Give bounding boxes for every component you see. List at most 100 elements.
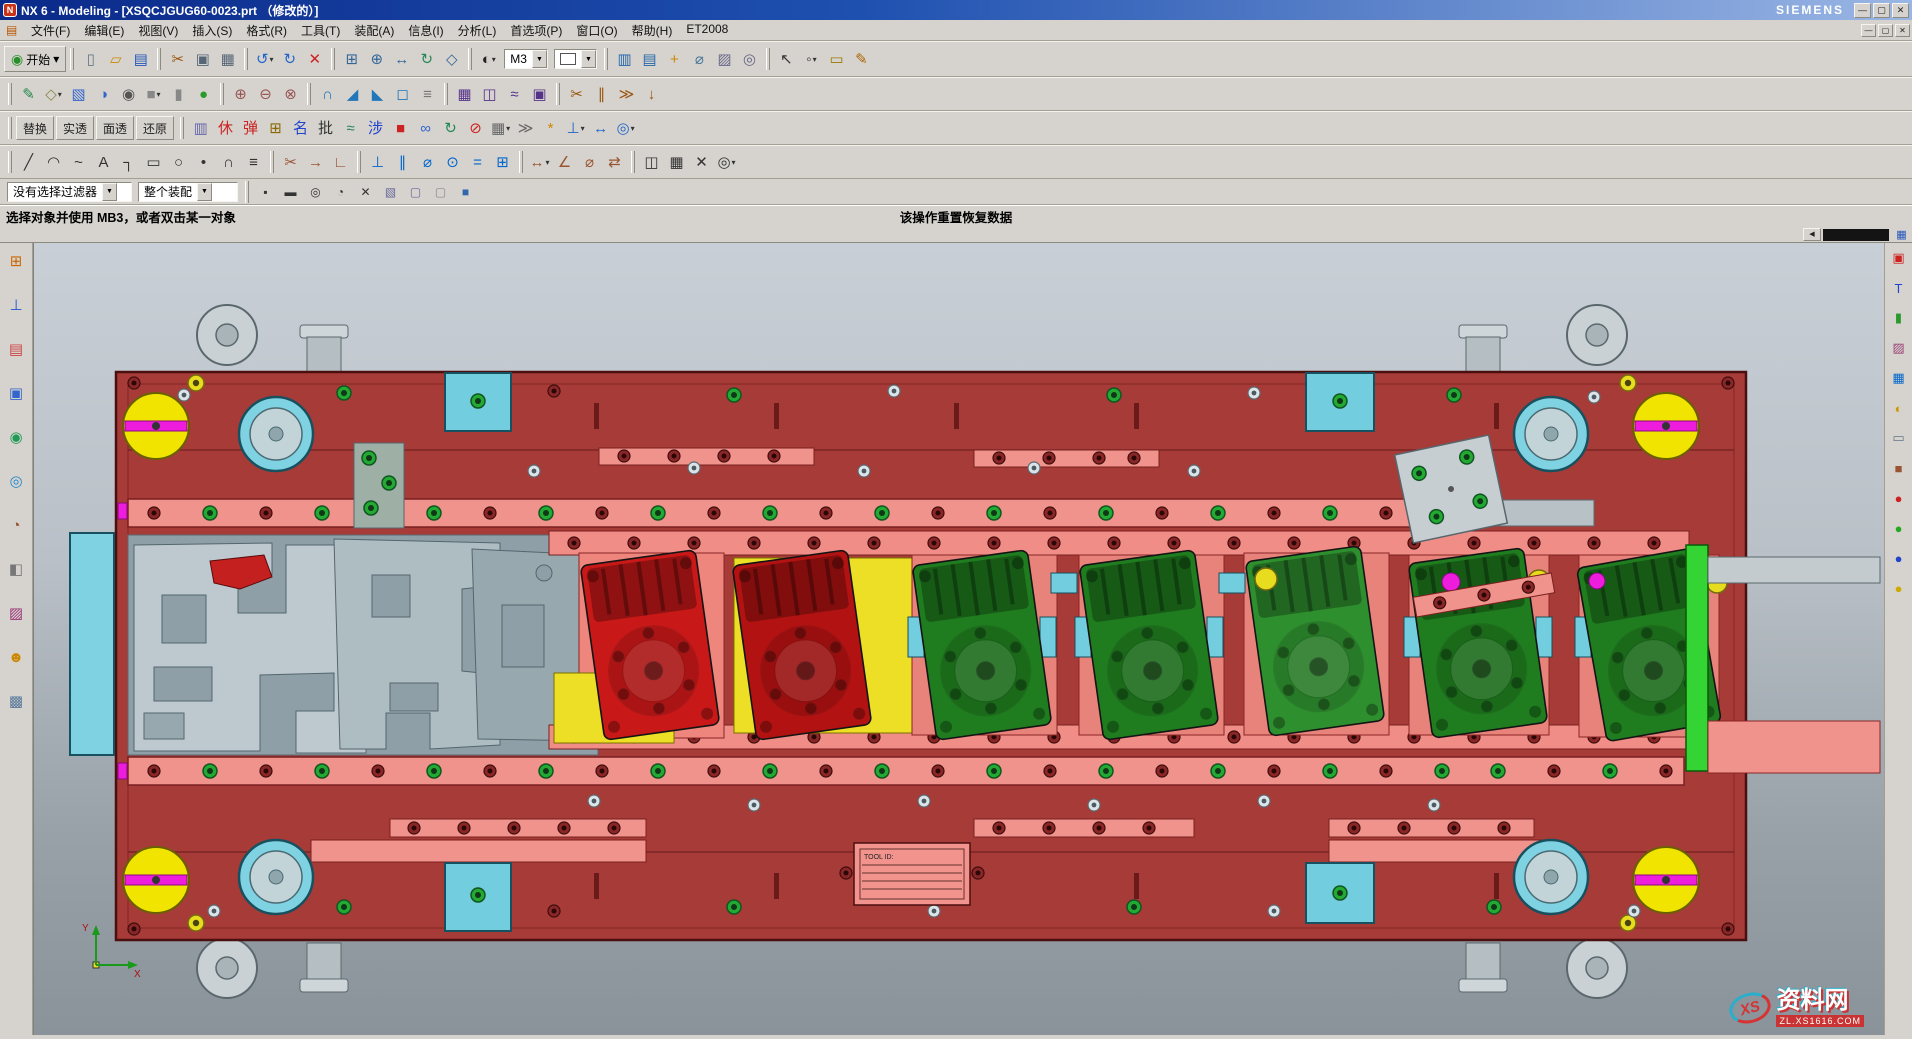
intersection-point-button[interactable]: ✕ <box>689 150 714 175</box>
ruler-button[interactable]: ▭ <box>824 47 849 72</box>
full-screen-button[interactable]: ▣ <box>1888 247 1910 269</box>
toolbar-drag-handle[interactable] <box>631 151 635 173</box>
snap-center-button[interactable]: ◎ <box>303 179 328 204</box>
menu-format[interactable]: 格式(R) <box>239 20 294 41</box>
menu-preferences[interactable]: 首选项(P) <box>503 20 569 41</box>
print-button[interactable]: ▭ <box>1888 427 1910 449</box>
open-button[interactable]: ▱ <box>103 47 128 72</box>
text-button[interactable]: A <box>91 150 116 175</box>
perpendicular-constraint-button[interactable]: ⊥ <box>365 150 390 175</box>
angular-dimension-button[interactable]: ∠ <box>552 150 577 175</box>
hole-button[interactable]: ◉ <box>116 82 141 107</box>
radial-dimension-button[interactable]: ⌀ <box>577 150 602 175</box>
toolbar-drag-handle[interactable] <box>766 48 770 70</box>
show-constraints-button[interactable]: ⊞ <box>490 150 515 175</box>
strip-entry-guide[interactable] <box>70 533 114 755</box>
batch-button[interactable]: 批 <box>313 116 338 141</box>
grid-button[interactable]: ⊞ <box>263 116 288 141</box>
interference-button[interactable]: 涉 <box>363 116 388 141</box>
history-button[interactable]: ◔ <box>4 513 28 537</box>
show-hide-button[interactable]: ◎ <box>737 47 762 72</box>
shell-button[interactable]: ◻ <box>390 82 415 107</box>
toolbar-drag-handle[interactable] <box>8 117 12 139</box>
menu-insert[interactable]: 插入(S) <box>185 20 239 41</box>
minimize-button[interactable]: — <box>1854 3 1871 18</box>
toolbar-drag-handle[interactable] <box>307 83 311 105</box>
freeze-button[interactable]: 休 <box>213 116 238 141</box>
datum-plane-button[interactable]: ◇ ▾ <box>41 82 66 107</box>
toolbar-drag-handle[interactable] <box>157 48 161 70</box>
circle-button[interactable]: ○ <box>166 150 191 175</box>
process-studio-button[interactable]: ▨ <box>4 601 28 625</box>
constraint-navigator-button[interactable]: ⊥ <box>4 293 28 317</box>
sketch-button[interactable]: ✎ <box>16 82 41 107</box>
block-button[interactable]: ■ ▾ <box>141 82 166 107</box>
quick-trim-button[interactable]: ✂ <box>278 150 303 175</box>
toolbar-drag-handle[interactable] <box>519 151 523 173</box>
suppress-button[interactable]: ⊘ <box>463 116 488 141</box>
replace-button[interactable]: 替换 <box>16 116 54 140</box>
sphere-button[interactable]: ● <box>191 82 216 107</box>
arrangements-button[interactable]: ▦ ▾ <box>488 116 513 141</box>
toolbar-drag-handle[interactable] <box>8 83 12 105</box>
tilted-bracket[interactable] <box>1395 435 1508 543</box>
toolbar-drag-handle[interactable] <box>444 83 448 105</box>
unite-button[interactable]: ⊕ <box>228 82 253 107</box>
selection-filter-combo[interactable]: 没有选择过滤器 ▼ <box>7 182 132 202</box>
maximize-button[interactable]: ▢ <box>1873 3 1890 18</box>
toolbar-drag-handle[interactable] <box>220 83 224 105</box>
mirror-button[interactable]: ◫ <box>477 82 502 107</box>
undo-button[interactable]: ↺ ▾ <box>252 47 277 72</box>
combo-arrow-icon[interactable]: ▼ <box>581 50 596 68</box>
menu-tools[interactable]: 工具(T) <box>294 20 347 41</box>
edge-blend-button[interactable]: ∩ <box>315 82 340 107</box>
close-button[interactable]: ✕ <box>1892 3 1909 18</box>
toolbar-drag-handle[interactable] <box>331 48 335 70</box>
toolbar-drag-handle[interactable] <box>245 181 249 203</box>
split-body-button[interactable]: ∥ <box>589 82 614 107</box>
render-style-combo[interactable]: M3 ▼ <box>504 49 548 69</box>
color-blue-button[interactable]: ● <box>1888 547 1910 569</box>
toolbar-drag-handle[interactable] <box>8 151 12 173</box>
toolbar-drag-handle[interactable] <box>468 48 472 70</box>
toolbar-drag-handle[interactable] <box>180 117 184 139</box>
part-navigator-button[interactable]: ▤ <box>4 337 28 361</box>
snap-end-button[interactable]: ▪ <box>253 179 278 204</box>
mirror-curve-button[interactable]: ◫ <box>639 150 664 175</box>
equal-constraint-button[interactable]: = <box>465 150 490 175</box>
menu-help[interactable]: 帮助(H) <box>625 20 680 41</box>
snap-quadrant-button[interactable]: ◔ <box>328 179 353 204</box>
extend-button[interactable]: → <box>303 150 328 175</box>
pan-button[interactable]: ↔ <box>389 47 414 72</box>
menu-analysis[interactable]: 分析(L) <box>451 20 504 41</box>
toolbar-drag-handle[interactable] <box>604 48 608 70</box>
revolve-button[interactable]: ◑ <box>91 82 116 107</box>
tool-info-plate[interactable]: TOOL ID: <box>840 843 984 905</box>
coincident-constraint-button[interactable]: ⊙ <box>440 150 465 175</box>
solid-transparent-button[interactable]: 实透 <box>56 116 94 140</box>
link-button[interactable]: ∞ <box>413 116 438 141</box>
fit-view-button[interactable]: ⊞ <box>339 47 364 72</box>
toolbar-drag-handle[interactable] <box>244 48 248 70</box>
reuse-library-button[interactable]: ▣ <box>4 381 28 405</box>
copy-button[interactable]: ▣ <box>190 47 215 72</box>
cylinder-button[interactable]: ▮ <box>166 82 191 107</box>
assembly-navigator-button[interactable]: ⊞ <box>4 249 28 273</box>
select-cursor-button[interactable]: ↖ <box>774 47 799 72</box>
tangent-constraint-button[interactable]: ⌀ <box>415 150 440 175</box>
menu-file[interactable]: 文件(F) <box>24 20 77 41</box>
clearance-button[interactable]: ◎ ▾ <box>613 116 638 141</box>
profile-button[interactable]: ┐ <box>116 150 141 175</box>
thread-button[interactable]: ≡ <box>415 82 440 107</box>
name-display-button[interactable]: 名 <box>288 116 313 141</box>
project-button[interactable]: ↓ <box>639 82 664 107</box>
toolbar-drag-handle[interactable] <box>556 83 560 105</box>
combo-arrow-icon[interactable]: ▼ <box>197 183 212 201</box>
color-yellow-button[interactable]: ● <box>1888 577 1910 599</box>
material-button[interactable]: ▮ <box>1888 307 1910 329</box>
menu-view[interactable]: 视图(V) <box>131 20 185 41</box>
mdi-minimize-button[interactable]: — <box>1861 24 1876 37</box>
combo-arrow-icon[interactable]: ▼ <box>532 50 547 68</box>
snap-mid-button[interactable]: ▬ <box>278 179 303 204</box>
explode-button[interactable]: * <box>538 116 563 141</box>
